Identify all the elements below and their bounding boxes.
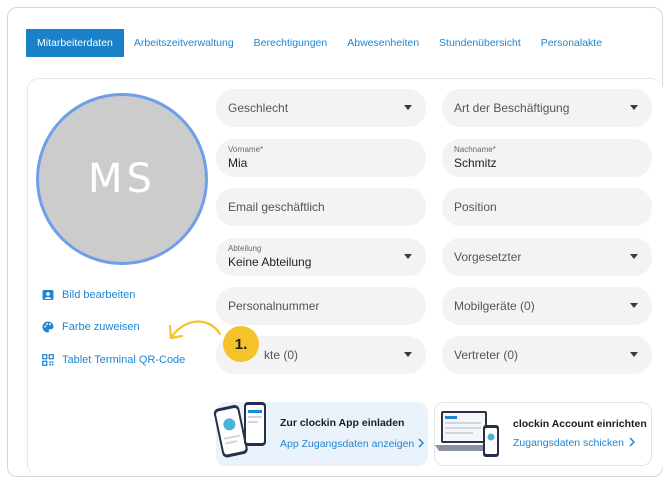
- last-name-label: Nachname*: [454, 145, 496, 154]
- phones-icon: [213, 402, 266, 458]
- tab-abwesenheiten[interactable]: Abwesenheiten: [337, 29, 429, 57]
- palette-icon: [42, 321, 54, 333]
- personnel-number-field[interactable]: Personalnummer: [216, 287, 426, 325]
- chevron-down-icon: [404, 254, 412, 259]
- department-value: Keine Abteilung: [228, 255, 312, 269]
- tab-stundenuebersicht[interactable]: Stundenübersicht: [429, 29, 531, 57]
- edit-image-label: Bild bearbeiten: [62, 289, 136, 301]
- chevron-down-icon: [630, 105, 638, 110]
- personnel-number-placeholder: Personalnummer: [228, 299, 320, 313]
- substitute-placeholder: Vertreter (0): [454, 348, 519, 362]
- email-field[interactable]: Email geschäftlich: [216, 188, 426, 226]
- qr-code-link[interactable]: Tablet Terminal QR-Code: [42, 354, 185, 366]
- invite-app-card[interactable]: Zur clockin App einladen App Zugangsdate…: [213, 402, 428, 466]
- laptop-phone-icon: [435, 411, 499, 457]
- first-name-label: Vorname*: [228, 145, 264, 154]
- employment-type-placeholder: Art der Beschäftigung: [454, 101, 570, 115]
- avatar[interactable]: MS: [36, 93, 208, 265]
- tab-mitarbeiterdaten[interactable]: Mitarbeiterdaten: [26, 29, 124, 57]
- department-label: Abteilung: [228, 244, 262, 253]
- qr-code-icon: [42, 354, 54, 366]
- first-name-field[interactable]: Vorname* Mia: [216, 139, 426, 177]
- chevron-right-icon: [629, 437, 635, 447]
- tab-arbeitszeitverwaltung[interactable]: Arbeitszeitverwaltung: [124, 29, 244, 57]
- qr-code-label: Tablet Terminal QR-Code: [62, 354, 186, 366]
- last-name-field[interactable]: Nachname* Schmitz: [442, 139, 652, 177]
- gender-select[interactable]: Geschlecht: [216, 89, 426, 127]
- first-name-value: Mia: [228, 156, 248, 170]
- chevron-down-icon: [630, 254, 638, 259]
- position-field[interactable]: Position: [442, 188, 652, 226]
- supervisor-select[interactable]: Vorgesetzter: [442, 238, 652, 276]
- employment-type-select[interactable]: Art der Beschäftigung: [442, 89, 652, 127]
- tab-personalakte[interactable]: Personalakte: [531, 29, 612, 57]
- chevron-down-icon: [404, 352, 412, 357]
- position-placeholder: Position: [454, 200, 497, 214]
- last-name-value: Schmitz: [454, 156, 497, 170]
- invite-app-title: Zur clockin App einladen: [280, 417, 405, 429]
- send-credentials-link[interactable]: Zugangsdaten schicken: [513, 437, 624, 449]
- department-select[interactable]: Abteilung Keine Abteilung: [216, 238, 426, 276]
- step-badge: 1.: [223, 326, 259, 362]
- mobile-devices-placeholder: Mobilgeräte (0): [454, 299, 535, 313]
- edit-image-link[interactable]: Bild bearbeiten: [42, 289, 135, 301]
- tab-bar: Mitarbeiterdaten Arbeitszeitverwaltung B…: [26, 29, 612, 57]
- card-placeholder: kte (0): [264, 348, 299, 362]
- substitute-select[interactable]: Vertreter (0): [442, 336, 652, 374]
- chevron-down-icon: [630, 303, 638, 308]
- setup-account-title: clockin Account einrichten: [513, 418, 647, 430]
- assign-color-link[interactable]: Farbe zuweisen: [42, 321, 140, 333]
- callout-arrow-icon: [168, 320, 222, 340]
- setup-account-card[interactable]: clockin Account einrichten Zugangsdaten …: [434, 402, 652, 466]
- chevron-down-icon: [404, 105, 412, 110]
- avatar-initials: MS: [88, 156, 156, 202]
- gender-placeholder: Geschlecht: [228, 101, 289, 115]
- email-placeholder: Email geschäftlich: [228, 200, 325, 214]
- image-icon: [42, 290, 54, 300]
- show-app-credentials-link[interactable]: App Zugangsdaten anzeigen: [280, 438, 414, 450]
- tab-berechtigungen[interactable]: Berechtigungen: [244, 29, 338, 57]
- assign-color-label: Farbe zuweisen: [62, 321, 140, 333]
- chevron-down-icon: [630, 352, 638, 357]
- chevron-right-icon: [418, 438, 424, 448]
- supervisor-placeholder: Vorgesetzter: [454, 250, 522, 264]
- mobile-devices-select[interactable]: Mobilgeräte (0): [442, 287, 652, 325]
